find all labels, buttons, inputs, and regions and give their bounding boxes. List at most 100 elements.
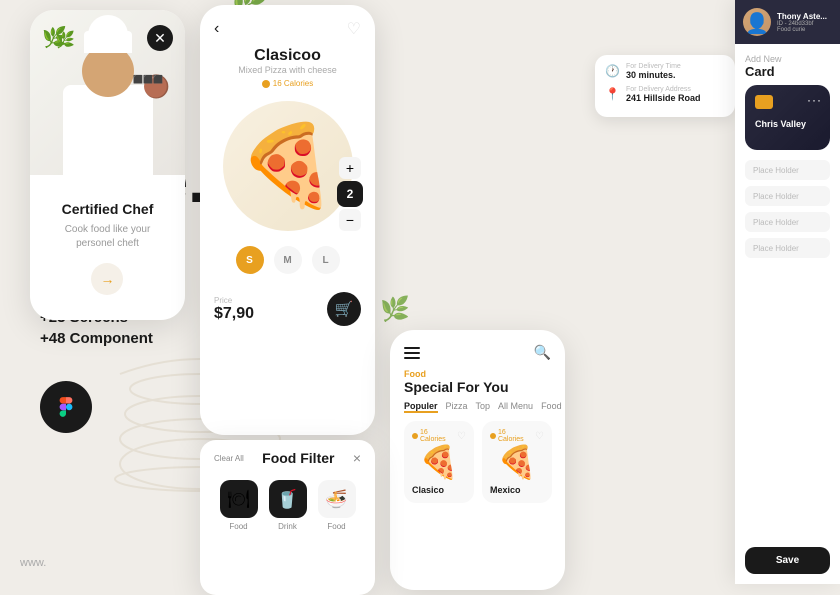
size-selector: S M L [200, 236, 375, 284]
food-label: Food [404, 369, 551, 379]
card-menu-button[interactable]: ··· [807, 93, 822, 107]
quantity-controls: + 2 − [337, 157, 363, 231]
tab-food[interactable]: Food [541, 401, 562, 413]
tab-populer[interactable]: Populer [404, 401, 438, 413]
card-form-fields: Place Holder Place Holder Place Holder P… [735, 160, 840, 537]
filter-drink-icon: 🥤 [269, 480, 307, 518]
figma-icon[interactable] [40, 381, 92, 433]
tab-all-menu[interactable]: All Menu [498, 401, 533, 413]
delivery-time-value: 30 minutes. [626, 70, 681, 80]
chef-description: Cook food like your personel cheft [65, 223, 151, 251]
clock-icon: 🕐 [605, 64, 620, 78]
food-1-image: 🍕 [412, 443, 466, 481]
pizza-title-area: Clasicoo Mixed Pizza with cheese 16 Calo… [200, 47, 375, 96]
pizza-image: 🍕 + 2 − [200, 96, 375, 236]
add-card-title: Add New Card [735, 44, 840, 85]
save-button[interactable]: Save [745, 547, 830, 574]
card-holder-name: Chris Valley [755, 119, 820, 129]
user-role: Food curie [777, 27, 832, 33]
size-small[interactable]: S [236, 246, 264, 274]
filter-food-label: Food [229, 522, 247, 531]
right-panel: 👤 Thony Aste... ID - 24bd33bf Food curie… [735, 0, 840, 584]
calories-text: 16 Calories [273, 79, 313, 88]
list-title-area: Food Special For You [390, 369, 565, 401]
location-icon: 📍 [605, 87, 620, 101]
tab-pizza[interactable]: Pizza [446, 401, 468, 413]
food-2-name: Mexico [490, 485, 544, 495]
food-cards: 16 Calories ♡ 🍕 Clasico 16 Calories ♡ 🍕 … [390, 421, 565, 503]
delivery-time-label: For Delivery Time [626, 63, 681, 70]
food-1-name: Clasico [412, 485, 466, 495]
price-value: $7,90 [214, 305, 254, 323]
back-button[interactable]: ‹ [214, 20, 219, 38]
delivery-address-info: For Delivery Address 241 Hillside Road [626, 86, 701, 103]
cart-icon: 🛒 [335, 300, 354, 318]
chef-info: Certified Chef Cook food like your perso… [50, 175, 166, 320]
filter-close-button[interactable]: × [353, 450, 361, 466]
size-large[interactable]: L [312, 246, 340, 274]
food-1-calories: 16 Calories ♡ [412, 429, 466, 443]
chef-title: Certified Chef [62, 201, 154, 217]
food-1-heart[interactable]: ♡ [457, 431, 466, 442]
filter-food[interactable]: 🍽 Food [220, 480, 258, 531]
credit-card: Chris Valley ··· [745, 85, 830, 150]
filter-icons: 🍽 Food 🥤 Drink 🍜 Food [200, 472, 375, 539]
pizza-visual: 🍕 [238, 119, 338, 213]
food-2-image: 🍕 [490, 443, 544, 481]
screen-list: 🔍 Food Special For You Populer Pizza Top… [390, 330, 565, 590]
leaf-decoration-3: 🌿 [380, 295, 410, 324]
delivery-address-row: 📍 For Delivery Address 241 Hillside Road [605, 86, 725, 103]
delivery-address-value: 241 Hillside Road [626, 93, 701, 103]
screen-chef: ✕ 🌿 🌿 🟤 ⬛⬛⬛ Certified Chef [30, 10, 185, 320]
filter-drink[interactable]: 🥤 Drink [269, 480, 307, 531]
category-tabs: Populer Pizza Top All Menu Food [390, 401, 565, 421]
card-label: Card [745, 64, 830, 79]
card-chip [755, 95, 773, 109]
price-area: Price $7,90 [214, 296, 254, 323]
delivery-time-info: For Delivery Time 30 minutes. [626, 63, 681, 80]
special-title: Special For You [404, 379, 551, 395]
chef-image-area: ✕ 🌿 🌿 🟤 ⬛⬛⬛ [30, 10, 185, 175]
filter-drink-label: Drink [278, 522, 297, 531]
filter-noodle[interactable]: 🍜 Food [318, 480, 356, 531]
filter-header: Clear All Food Filter × [200, 440, 375, 472]
pizza-name: Clasicoo [210, 47, 365, 65]
field-4[interactable]: Place Holder [745, 238, 830, 258]
user-name: Thony Aste... [777, 12, 832, 21]
calories-badge: 16 Calories [210, 79, 365, 88]
price-row: Price $7,90 🛒 [200, 284, 375, 334]
clear-all-button[interactable]: Clear All [214, 454, 244, 463]
screen-filter: Clear All Food Filter × 🍽 Food 🥤 Drink 🍜… [200, 440, 375, 595]
food-card-2[interactable]: 16 Calories ♡ 🍕 Mexico [482, 421, 552, 503]
food-2-heart[interactable]: ♡ [535, 431, 544, 442]
chef-next-button[interactable]: → [91, 263, 123, 295]
list-header: 🔍 [390, 330, 565, 369]
delivery-time-row: 🕐 For Delivery Time 30 minutes. [605, 63, 725, 80]
user-info: Thony Aste... ID - 24bd33bf Food curie [777, 12, 832, 33]
tab-top[interactable]: Top [476, 401, 491, 413]
field-1[interactable]: Place Holder [745, 160, 830, 180]
screen-pizza: ‹ ♡ Clasicoo Mixed Pizza with cheese 16 … [200, 5, 375, 435]
www-text: www. [20, 557, 46, 569]
food-card-1[interactable]: 16 Calories ♡ 🍕 Clasico [404, 421, 474, 503]
quantity-value: 2 [337, 181, 363, 207]
filter-noodle-icon: 🍜 [318, 480, 356, 518]
menu-icon[interactable] [404, 347, 420, 359]
add-to-cart-button[interactable]: 🛒 [327, 292, 361, 326]
field-2[interactable]: Place Holder [745, 186, 830, 206]
size-medium[interactable]: M [274, 246, 302, 274]
price-label: Price [214, 296, 254, 305]
filter-noodle-label: Food [327, 522, 345, 531]
quantity-increase[interactable]: + [339, 157, 361, 179]
user-header: 👤 Thony Aste... ID - 24bd33bf Food curie [735, 0, 840, 44]
delivery-address-label: For Delivery Address [626, 86, 701, 93]
favorite-button[interactable]: ♡ [347, 19, 361, 39]
search-icon[interactable]: 🔍 [534, 344, 551, 361]
delivery-card: 🕐 For Delivery Time 30 minutes. 📍 For De… [595, 55, 735, 117]
quantity-decrease[interactable]: − [339, 209, 361, 231]
avatar: 👤 [743, 8, 771, 36]
pizza-description: Mixed Pizza with cheese [210, 65, 365, 75]
food-2-calories: 16 Calories ♡ [490, 429, 544, 443]
field-3[interactable]: Place Holder [745, 212, 830, 232]
add-label: Add New [745, 54, 830, 64]
